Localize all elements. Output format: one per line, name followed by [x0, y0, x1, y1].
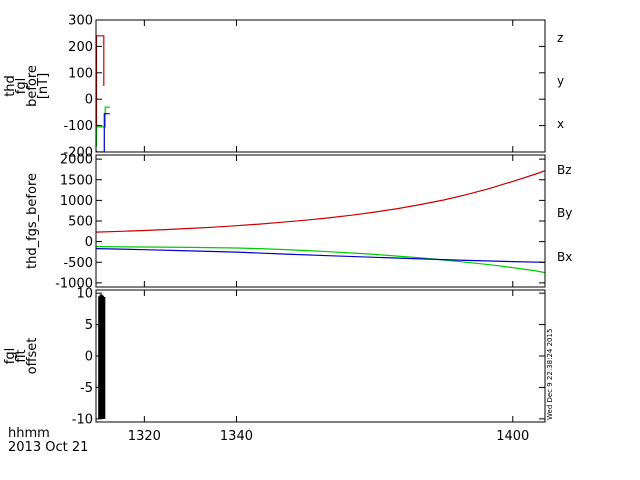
y-tick-label: -100 [63, 119, 93, 134]
x-tick-label: 1400 [496, 429, 529, 444]
y-tick-label: 200 [68, 40, 93, 55]
y-tick-label: 1500 [60, 173, 93, 188]
tplot-figure: -200-1000100200300thdfglbefore[nT]zyx-10… [3, 14, 572, 456]
series-line-x [96, 113, 110, 152]
legend-label: z [557, 31, 563, 45]
y-axis-label: offset [25, 338, 40, 375]
time-axis-date: 2013 Oct 21 [8, 440, 88, 455]
legend-label: y [557, 74, 564, 88]
y-tick-label: 5 [85, 318, 93, 333]
timestamp-stamp: Wed Dec 9 22:38:24 2015 [546, 329, 554, 420]
y-tick-label: 100 [68, 66, 93, 81]
series-line-z [96, 35, 105, 137]
y-tick-label: 500 [68, 215, 93, 230]
y-tick-label: 0 [85, 350, 93, 365]
panel-1: -200-1000100200300thdfglbefore[nT]zyx [3, 14, 564, 161]
x-tick-label: 1320 [128, 429, 161, 444]
y-tick-label: 1000 [60, 194, 93, 209]
time-axis-title: hhmm [8, 426, 50, 441]
x-tick-label: 1340 [220, 429, 253, 444]
y-tick-label: 300 [68, 14, 93, 29]
offset-bar [102, 296, 106, 419]
panel-frame [95, 154, 546, 288]
legend-label: By [557, 206, 572, 220]
panel-frame [95, 289, 546, 423]
y-tick-label: -5 [80, 381, 93, 396]
panel-3: -10-50510fglfltoffset [3, 287, 546, 427]
y-axis-label: [nT] [36, 73, 51, 99]
legend-label: Bz [557, 163, 572, 177]
y-tick-label: 10 [76, 287, 93, 302]
y-tick-label: 0 [85, 93, 93, 108]
y-tick-label: 0 [85, 235, 93, 250]
y-tick-label: -500 [63, 256, 93, 271]
series-line-y [96, 106, 110, 147]
panel-frame [95, 19, 546, 153]
panel-2: -1000-5000500100015002000thd_fgs_beforeB… [25, 153, 572, 292]
series-line-bz [96, 170, 545, 233]
legend-label: x [557, 117, 564, 131]
y-axis-label: thd_fgs_before [25, 173, 40, 269]
y-tick-label: 2000 [60, 153, 93, 168]
series-line-bx [96, 248, 545, 263]
y-tick-label: -10 [72, 412, 93, 427]
legend-label: Bx [557, 250, 572, 264]
